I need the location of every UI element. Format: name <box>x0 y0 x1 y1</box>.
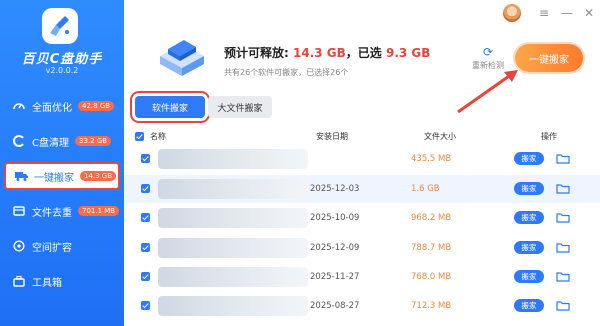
release-value: 14.3 GB <box>293 46 346 60</box>
expand-icon <box>12 239 26 253</box>
refresh-icon: ⟳ <box>482 45 494 59</box>
install-date: 2025-12-09 <box>310 243 360 253</box>
row-checkbox[interactable] <box>141 213 150 222</box>
install-date: 2025-08-27 <box>310 301 360 311</box>
app-name-redacted <box>158 238 308 258</box>
row-checkbox[interactable] <box>141 272 150 281</box>
minimize-icon[interactable]: — <box>560 6 574 20</box>
install-date: 2025-12-03 <box>310 184 360 194</box>
nav-label: C盘清理 <box>32 137 69 149</box>
file-size: 968.2 MB <box>411 213 452 223</box>
folder-icon[interactable] <box>556 241 570 253</box>
sidebar: 百贝C盘助手 v2.0.0.2 全面优化 42.8 GB C盘清理 33.2 G… <box>0 0 124 326</box>
move-button[interactable]: 搬家 <box>514 241 544 254</box>
size-badge: 33.2 GB <box>74 136 112 146</box>
app-name-redacted <box>158 149 308 169</box>
table-row[interactable]: 2025-12-03 1.6 GB 搬家 <box>124 175 600 203</box>
move-button[interactable]: 搬家 <box>514 182 544 195</box>
app-name-redacted <box>158 208 308 228</box>
size-badge: 14.3 GB <box>80 171 117 181</box>
files-icon <box>12 204 26 218</box>
selected-value: 9.3 GB <box>385 46 431 60</box>
nav-item-expand[interactable]: 空间扩容 <box>4 232 120 260</box>
row-checkbox[interactable] <box>141 154 150 163</box>
move-button[interactable]: 搬家 <box>514 270 544 283</box>
table-header: 名称 安装日期 文件大小 操作 <box>124 128 600 144</box>
software-count-info: 共有26个软件可搬家，已选择26个 <box>224 68 349 77</box>
release-summary: 预计可释放: 14.3 GB，已选 9.3 GB <box>224 44 430 61</box>
table-row[interactable]: 2025-11-27 768.0 MB 搬家 <box>124 263 600 291</box>
menu-icon[interactable]: ≡ <box>537 6 551 20</box>
nav-item-c-clean[interactable]: C盘清理 33.2 GB <box>4 127 120 155</box>
file-size: 435.5 MB <box>411 154 452 164</box>
install-date: 2025-11-27 <box>310 272 360 282</box>
user-avatar[interactable] <box>503 4 521 22</box>
app-name: 百贝C盘助手 <box>21 52 103 67</box>
table-row[interactable]: 2025-10-09 968.2 MB 搬家 <box>124 204 600 232</box>
red-arrow-annotation <box>457 70 518 114</box>
nav-label: 空间扩容 <box>32 242 72 254</box>
toolbox-icon <box>12 274 26 288</box>
col-size: 文件大小 <box>424 132 456 141</box>
col-name: 名称 <box>150 132 166 141</box>
selected-prefix: ，已选 <box>345 46 382 60</box>
folder-icon[interactable] <box>556 270 570 282</box>
nav-label: 一键搬家 <box>34 172 74 184</box>
file-size: 768.0 MB <box>411 272 452 282</box>
file-size: 1.6 GB <box>411 184 440 194</box>
nav-item-toolbox[interactable]: 工具箱 <box>4 267 120 295</box>
size-badge: 42.8 GB <box>78 101 115 111</box>
tab-large-file-move[interactable]: 大文件搬家 <box>208 96 272 118</box>
app-name-redacted <box>158 296 308 316</box>
c-drive-icon <box>12 134 26 148</box>
close-icon[interactable]: ✕ <box>582 6 596 20</box>
release-prefix: 预计可释放: <box>224 46 289 60</box>
row-checkbox[interactable] <box>141 243 150 252</box>
truck-icon <box>14 169 28 183</box>
nav-label: 文件去重 <box>32 207 72 219</box>
gauge-icon <box>12 99 26 113</box>
row-checkbox[interactable] <box>141 301 150 310</box>
storage-box-icon <box>154 34 210 80</box>
move-button[interactable]: 搬家 <box>514 299 544 312</box>
row-checkbox[interactable] <box>141 184 150 193</box>
col-ops: 操作 <box>541 132 557 141</box>
tab-software-move[interactable]: 软件搬家 <box>135 96 205 118</box>
file-size: 788.7 MB <box>411 243 452 253</box>
table-row[interactable]: 2025-08-27 712.3 MB 搬家 <box>124 292 600 320</box>
nav-item-one-click-move[interactable]: 一键搬家 14.3 GB <box>4 162 120 190</box>
nav-label: 全面优化 <box>32 102 72 114</box>
nav-item-full-optimize[interactable]: 全面优化 42.8 GB <box>4 92 120 120</box>
app-name-redacted <box>158 179 308 199</box>
folder-icon[interactable] <box>556 152 570 164</box>
move-button[interactable]: 搬家 <box>514 211 544 224</box>
move-button[interactable]: 搬家 <box>514 152 544 165</box>
folder-icon[interactable] <box>556 299 570 311</box>
install-date: 2025-10-09 <box>310 213 360 223</box>
file-size: 712.3 MB <box>411 301 452 311</box>
app-version: v2.0.0.2 <box>45 66 79 75</box>
select-all-checkbox[interactable] <box>135 132 144 141</box>
folder-icon[interactable] <box>556 182 570 194</box>
folder-icon[interactable] <box>556 211 570 223</box>
col-date: 安装日期 <box>316 132 348 141</box>
table-row[interactable]: 435.5 MB 搬家 <box>124 145 600 173</box>
app-name-redacted <box>158 267 308 287</box>
nav-item-dedupe[interactable]: 文件去重 701.1 MB <box>4 197 120 225</box>
nav-label: 工具箱 <box>32 277 62 289</box>
broom-logo-icon <box>42 8 78 44</box>
size-badge: 701.1 MB <box>78 206 120 216</box>
table-row[interactable]: 2025-12-09 788.7 MB 搬家 <box>124 234 600 262</box>
